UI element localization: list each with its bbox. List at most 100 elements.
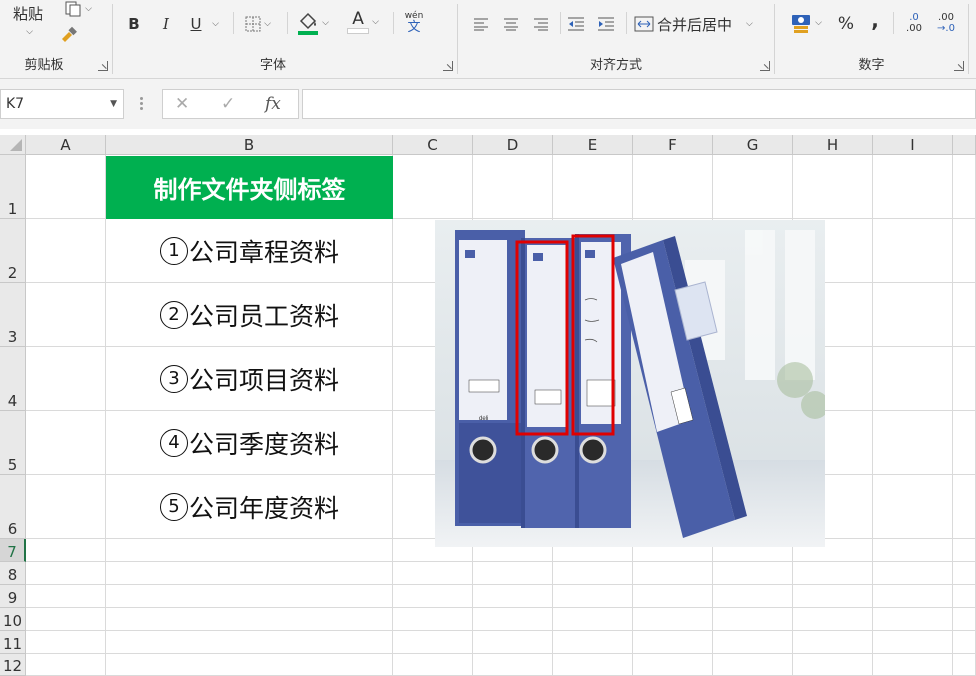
item-cell[interactable]: 5 公司年度资料	[106, 475, 393, 539]
underline-dropdown[interactable]: ⌵	[207, 14, 221, 34]
row-header-6[interactable]: 6	[0, 475, 26, 539]
cell[interactable]	[473, 631, 553, 654]
column-header-b[interactable]: B	[106, 135, 393, 155]
cell[interactable]	[953, 283, 976, 347]
item-cell[interactable]: 4 公司季度资料	[106, 411, 393, 475]
cell[interactable]	[553, 654, 633, 676]
chevron-down-icon[interactable]: ▼	[110, 99, 117, 109]
underline-button[interactable]: U	[185, 12, 207, 36]
cell[interactable]	[473, 608, 553, 631]
cell[interactable]	[393, 585, 473, 608]
copy-button[interactable]: ⌵	[58, 0, 98, 18]
cell[interactable]	[873, 475, 953, 539]
cell[interactable]	[26, 475, 106, 539]
row-header-10[interactable]: 10	[0, 608, 26, 631]
cell[interactable]	[393, 631, 473, 654]
cell[interactable]	[713, 654, 793, 676]
cell[interactable]	[26, 155, 106, 219]
cell[interactable]	[713, 562, 793, 585]
alignment-launcher-icon[interactable]	[760, 61, 770, 71]
align-left-button[interactable]	[470, 12, 492, 36]
row-header-1[interactable]: 1	[0, 155, 26, 219]
title-cell[interactable]: 制作文件夹侧标签	[106, 156, 393, 219]
cell[interactable]	[633, 608, 713, 631]
cell[interactable]	[873, 411, 953, 475]
cell[interactable]	[793, 608, 873, 631]
comma-style-button[interactable]: ,	[865, 8, 885, 32]
row-header-4[interactable]: 4	[0, 347, 26, 411]
cell[interactable]	[873, 539, 953, 562]
cell[interactable]	[953, 585, 976, 608]
column-header-d[interactable]: D	[473, 135, 553, 155]
cell[interactable]	[26, 539, 106, 562]
row-header-2[interactable]: 2	[0, 219, 26, 283]
row-header-11[interactable]: 11	[0, 631, 26, 654]
align-right-button[interactable]	[530, 12, 552, 36]
name-box[interactable]: K7 ▼	[0, 89, 124, 119]
cell[interactable]	[953, 654, 976, 676]
cell[interactable]	[106, 585, 393, 608]
align-center-button[interactable]	[500, 12, 522, 36]
paste-button[interactable]: 粘贴	[8, 2, 48, 24]
cell[interactable]	[26, 219, 106, 283]
cell[interactable]	[26, 283, 106, 347]
cell[interactable]	[26, 585, 106, 608]
cell[interactable]	[713, 585, 793, 608]
cell[interactable]	[633, 654, 713, 676]
cell[interactable]	[713, 631, 793, 654]
column-header-e[interactable]: E	[553, 135, 633, 155]
cell[interactable]	[873, 155, 953, 219]
percent-button[interactable]: %	[835, 12, 857, 36]
cell[interactable]	[953, 475, 976, 539]
cell[interactable]	[393, 608, 473, 631]
select-all-button[interactable]	[0, 135, 26, 155]
cell[interactable]	[473, 654, 553, 676]
cell[interactable]	[953, 631, 976, 654]
borders-button[interactable]: ⌵	[239, 12, 277, 36]
decrease-indent-button[interactable]	[564, 12, 588, 36]
column-header-h[interactable]: H	[793, 135, 873, 155]
cell[interactable]	[873, 562, 953, 585]
cell[interactable]	[713, 155, 793, 219]
row-header-8[interactable]: 8	[0, 562, 26, 585]
cell[interactable]	[553, 631, 633, 654]
accounting-format-button[interactable]: ⌵	[785, 10, 827, 36]
cell[interactable]	[106, 562, 393, 585]
cell[interactable]	[873, 631, 953, 654]
cell[interactable]	[26, 411, 106, 475]
cell[interactable]	[873, 283, 953, 347]
cell[interactable]	[873, 608, 953, 631]
cell[interactable]	[953, 608, 976, 631]
cell[interactable]	[553, 155, 633, 219]
increase-decimal-button[interactable]: .0 .00	[901, 10, 927, 36]
cell[interactable]	[953, 562, 976, 585]
cell[interactable]	[873, 347, 953, 411]
font-launcher-icon[interactable]	[443, 61, 453, 71]
bold-button[interactable]: B	[123, 12, 145, 36]
item-cell[interactable]: 1 公司章程资料	[106, 219, 393, 283]
cell[interactable]	[793, 562, 873, 585]
cell[interactable]	[26, 347, 106, 411]
cell[interactable]	[106, 631, 393, 654]
cell[interactable]	[473, 585, 553, 608]
cell[interactable]	[553, 608, 633, 631]
column-header-c[interactable]: C	[393, 135, 473, 155]
number-launcher-icon[interactable]	[954, 61, 964, 71]
cell[interactable]	[393, 155, 473, 219]
formula-bar-grip-icon[interactable]	[140, 97, 143, 111]
column-header-a[interactable]: A	[26, 135, 106, 155]
format-painter-button[interactable]	[58, 24, 80, 44]
cell[interactable]	[26, 631, 106, 654]
italic-button[interactable]: I	[155, 12, 177, 36]
cell[interactable]	[953, 155, 976, 219]
paste-dropdown[interactable]: ⌵	[18, 24, 38, 40]
folders-picture[interactable]: deli	[435, 220, 825, 547]
cell[interactable]	[953, 219, 976, 283]
decrease-decimal-button[interactable]: .00 →.0	[931, 10, 961, 36]
cell[interactable]	[953, 539, 976, 562]
cell[interactable]	[873, 219, 953, 283]
row-header-3[interactable]: 3	[0, 283, 26, 347]
cancel-icon[interactable]: ✕	[175, 94, 189, 114]
cell[interactable]	[873, 585, 953, 608]
cell[interactable]	[953, 347, 976, 411]
